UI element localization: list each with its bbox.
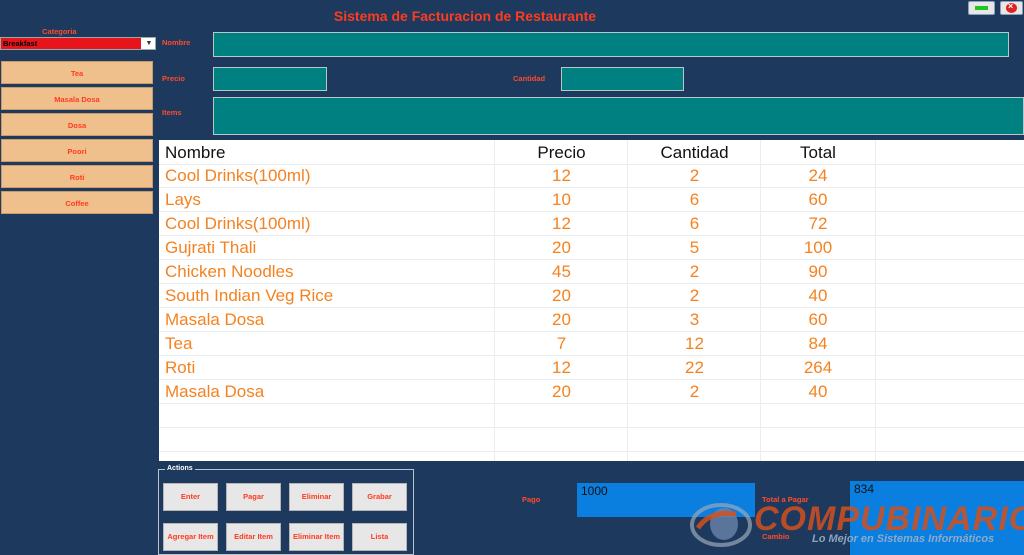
cell-cantidad: 3: [689, 310, 700, 329]
cantidad-input[interactable]: [561, 67, 684, 91]
table-row[interactable]: Chicken Noodles 45 2 90: [159, 260, 1024, 284]
table-row[interactable]: South Indian Veg Rice 20 2 40: [159, 284, 1024, 308]
pago-label: Pago: [522, 495, 541, 504]
precio-label: Precio: [162, 74, 185, 83]
chevron-down-icon[interactable]: ▼: [143, 38, 155, 49]
cell-nombre: South Indian Veg Rice: [165, 286, 334, 305]
cell-precio: 12: [552, 358, 571, 377]
cell-nombre: Roti: [165, 358, 196, 377]
cell-cantidad: 2: [689, 286, 700, 305]
cell-precio: 45: [552, 262, 571, 281]
eliminar-button[interactable]: Eliminar: [289, 483, 344, 511]
cell-total: 60: [808, 310, 828, 329]
cell-total: 24: [808, 166, 828, 185]
table-row[interactable]: Roti 12 22 264: [159, 356, 1024, 380]
header-precio[interactable]: Precio: [495, 141, 628, 165]
cell-cantidad: 2: [689, 166, 700, 185]
cell-cantidad: 2: [689, 262, 700, 281]
watermark-tagline: Lo Mejor en Sistemas Informáticos: [812, 533, 995, 545]
menu-item-roti[interactable]: Roti: [1, 165, 153, 188]
header-cantidad[interactable]: Cantidad: [628, 141, 761, 165]
app-title: Sistema de Facturacion de Restaurante: [333, 8, 597, 24]
cell-nombre: Masala Dosa: [165, 310, 265, 329]
cell-precio: 20: [552, 286, 571, 305]
cell-cantidad: 12: [685, 334, 704, 353]
cell-total: 60: [808, 190, 828, 209]
table-row[interactable]: Masala Dosa 20 3 60: [159, 308, 1024, 332]
actions-legend: Actions: [165, 465, 195, 472]
menu-item-coffee[interactable]: Coffee: [1, 191, 153, 214]
items-table[interactable]: Nombre Precio Cantidad Total Cool Drinks…: [159, 140, 1024, 461]
cell-nombre: Chicken Noodles: [165, 262, 294, 281]
items-label: Items: [162, 108, 182, 117]
table-row[interactable]: Lays 10 6 60: [159, 188, 1024, 212]
cell-precio: 12: [552, 166, 571, 185]
categoria-label: Categoria: [42, 27, 77, 36]
cell-total: 100: [803, 238, 833, 257]
table-row-empty[interactable]: [159, 428, 1024, 452]
cell-precio: 7: [556, 334, 567, 353]
cell-precio: 12: [552, 214, 571, 233]
enter-button[interactable]: Enter: [163, 483, 218, 511]
cell-nombre: Lays: [165, 190, 201, 209]
category-select[interactable]: Breakfast ▼: [0, 37, 156, 50]
eliminar-item-button[interactable]: Eliminar Item: [289, 523, 344, 551]
cell-total: 40: [808, 382, 828, 401]
table-row-empty[interactable]: [159, 404, 1024, 428]
table-header: Nombre Precio Cantidad Total: [159, 141, 1024, 165]
cell-total: 40: [808, 286, 828, 305]
cell-cantidad: 2: [689, 382, 700, 401]
cell-nombre: Masala Dosa: [165, 382, 265, 401]
items-input[interactable]: [213, 97, 1024, 135]
nombre-label: Nombre: [162, 38, 191, 47]
cell-cantidad: 22: [685, 358, 704, 377]
cell-precio: 10: [552, 190, 571, 209]
cell-precio: 20: [552, 238, 571, 257]
cantidad-label: Cantidad: [513, 74, 546, 83]
menu-item-masala-dosa[interactable]: Masala Dosa: [1, 87, 153, 110]
cell-precio: 20: [552, 310, 571, 329]
cell-total: 84: [808, 334, 828, 353]
table-row[interactable]: Cool Drinks(100ml) 12 6 72: [159, 212, 1024, 236]
table-row[interactable]: Cool Drinks(100ml) 12 2 24: [159, 164, 1024, 188]
cell-cantidad: 5: [689, 238, 700, 257]
header-total[interactable]: Total: [761, 141, 875, 165]
editar-item-button[interactable]: Editar Item: [226, 523, 281, 551]
lista-button[interactable]: Lista: [352, 523, 407, 551]
menu-item-tea[interactable]: Tea: [1, 61, 153, 84]
cell-cantidad: 6: [689, 190, 700, 209]
close-icon: ×: [1008, 1, 1014, 11]
close-button[interactable]: ×: [1000, 1, 1023, 15]
category-selected-value: Breakfast: [1, 38, 141, 49]
table-row[interactable]: Gujrati Thali 20 5 100: [159, 236, 1024, 260]
pagar-button[interactable]: Pagar: [226, 483, 281, 511]
menu-item-poori[interactable]: Poori: [1, 139, 153, 162]
precio-input[interactable]: [213, 67, 327, 91]
compubinario-logo-icon: [690, 503, 752, 547]
cell-nombre: Cool Drinks(100ml): [165, 214, 311, 233]
cell-cantidad: 6: [689, 214, 700, 233]
header-nombre[interactable]: Nombre: [165, 141, 225, 165]
table-row[interactable]: Masala Dosa 20 2 40: [159, 380, 1024, 404]
cell-nombre: Cool Drinks(100ml): [165, 166, 311, 185]
cell-total: 72: [808, 214, 828, 233]
cell-total: 264: [803, 358, 833, 377]
table-row[interactable]: Tea 7 12 84: [159, 332, 1024, 356]
cell-total: 90: [808, 262, 828, 281]
cell-nombre: Gujrati Thali: [165, 238, 257, 257]
cell-precio: 20: [552, 382, 571, 401]
agregar-item-button[interactable]: Agregar Item: [163, 523, 218, 551]
grabar-button[interactable]: Grabar: [352, 483, 407, 511]
minimize-button[interactable]: [968, 1, 995, 15]
nombre-input[interactable]: [213, 32, 1009, 57]
cell-nombre: Tea: [165, 334, 193, 353]
menu-item-dosa[interactable]: Dosa: [1, 113, 153, 136]
